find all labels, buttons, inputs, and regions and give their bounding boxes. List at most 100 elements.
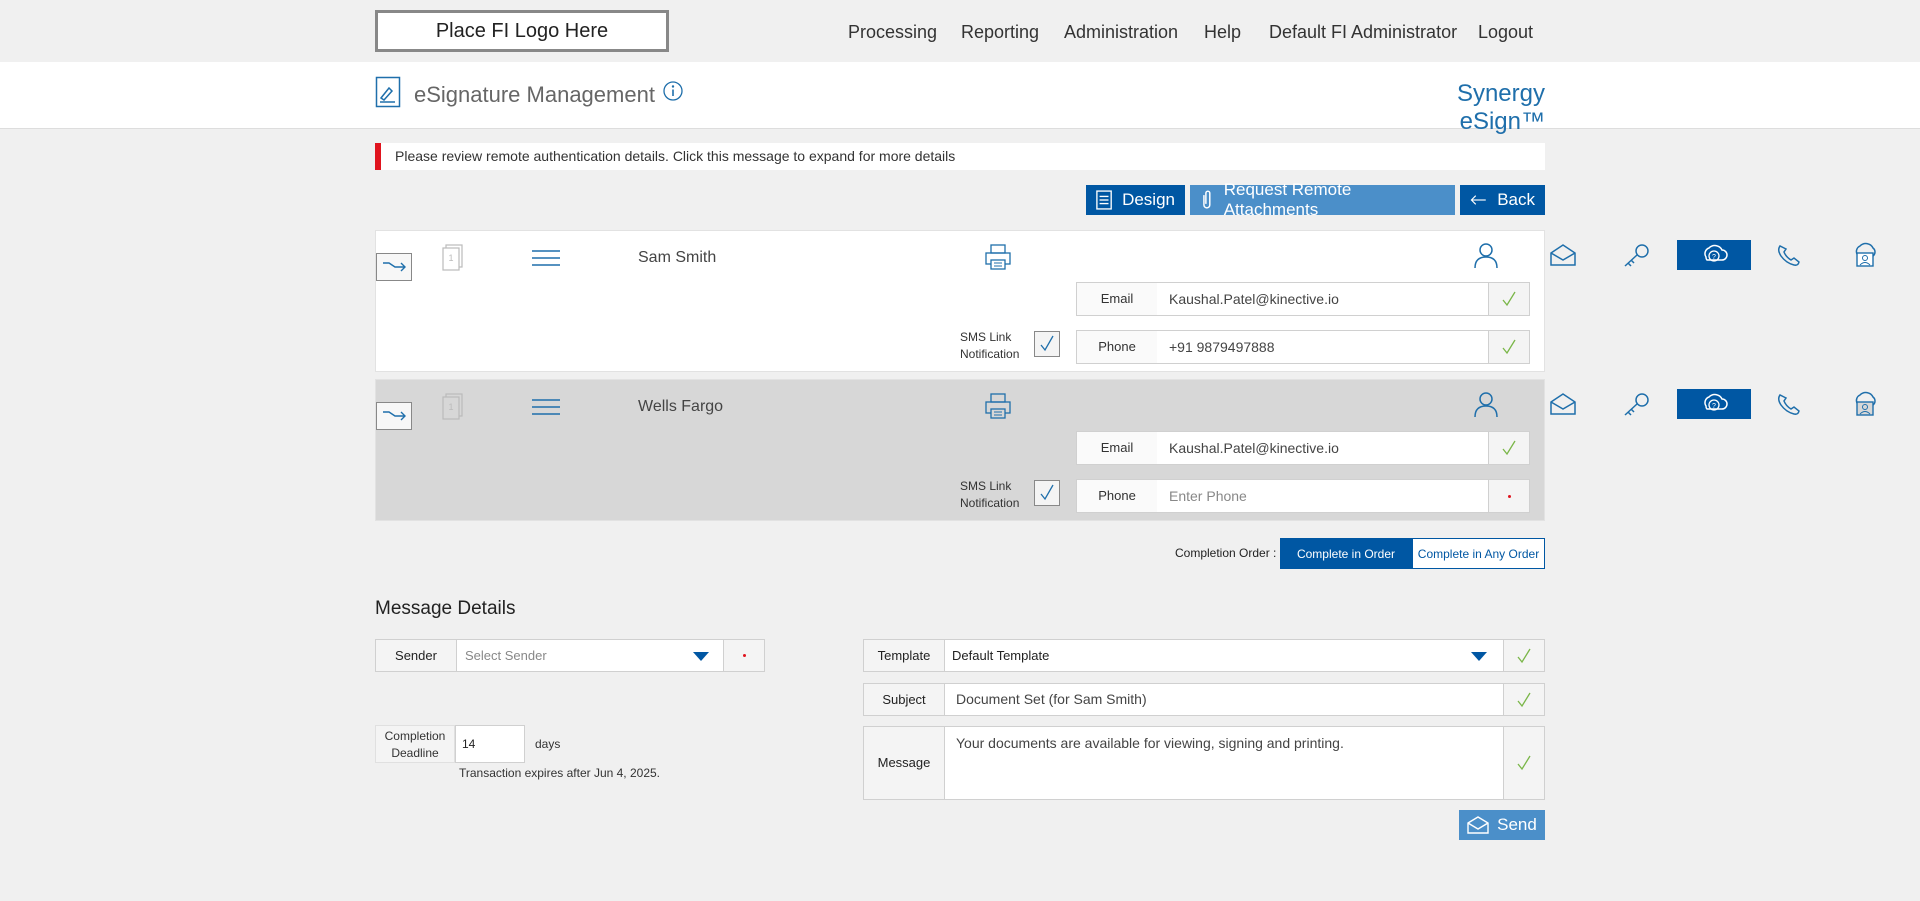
design-icon [1096,190,1112,210]
info-icon[interactable] [662,80,684,107]
completion-deadline-label: Completion Deadline [375,725,455,763]
send-button[interactable]: Send [1459,810,1545,840]
design-button[interactable]: Design [1086,185,1185,215]
document-count-icon: 1 [442,244,464,277]
paperclip-icon [1203,190,1211,209]
days-label: days [535,737,561,751]
subject-label: Subject [864,684,945,715]
signer-card-sam-smith: 1 Sam Smith ? Email SMS Link Notificatio… [375,230,1876,372]
route-arrow-icon [383,262,406,272]
svg-text:?: ? [1712,254,1716,261]
check-icon [1503,640,1544,671]
signer-name: Sam Smith [638,249,717,266]
route-arrow-icon [383,411,406,421]
subject-input[interactable]: Document Set (for Sam Smith) [956,684,1147,715]
sms-notification-checkbox[interactable] [1034,480,1060,506]
document-count-icon: 1 [442,393,464,426]
check-icon [1503,727,1544,799]
auth-none-icon[interactable] [1449,389,1523,419]
send-envelope-icon [1467,816,1489,834]
check-icon [1488,283,1529,315]
auth-email-icon[interactable] [1526,240,1600,270]
document-count: 1 [448,402,453,412]
sender-row: Sender Select Sender [375,639,765,672]
auth-email-icon[interactable] [1526,389,1600,419]
auth-access-code-icon[interactable] [1600,240,1674,270]
message-textarea[interactable]: Your documents are available for viewing… [956,735,1344,751]
required-indicator [723,640,764,671]
email-field-row: Email [1076,282,1530,316]
signer-name: Wells Fargo [638,398,724,415]
checkmark-icon [1040,484,1054,501]
nav-reporting[interactable]: Reporting [961,22,1039,43]
email-label: Email [1077,432,1158,464]
back-button[interactable]: Back [1460,185,1545,215]
route-button[interactable] [376,402,412,430]
sender-label: Sender [376,640,457,671]
template-label: Template [864,640,945,671]
completion-order-label: Completion Order : [1175,546,1277,560]
page-header: eSignature Management Synergy eSign™ [0,62,1920,135]
check-icon [1488,432,1529,464]
auth-id-check-icon[interactable] [1828,240,1902,270]
phone-label: Phone [1077,480,1158,512]
signer-card-wells-fargo: 1 Wells Fargo ? Email SMS Link Notificat… [375,379,1876,521]
transaction-expiry-text: Transaction expires after Jun 4, 2025. [459,766,660,780]
print-icon[interactable] [984,243,1012,276]
template-row: Template Default Template [863,639,1545,672]
print-icon[interactable] [984,392,1012,425]
subject-row: Subject Document Set (for Sam Smith) [863,683,1545,716]
remote-auth-alert[interactable]: Please review remote authentication deta… [375,143,1545,170]
email-label: Email [1077,283,1158,315]
route-button[interactable] [376,253,412,281]
required-indicator [1488,480,1529,512]
nav-processing[interactable]: Processing [848,22,937,43]
complete-in-any-order-button[interactable]: Complete in Any Order [1412,538,1545,569]
esign-document-icon [375,76,401,113]
phone-field-row: Phone [1076,330,1530,364]
template-select[interactable]: Default Template [952,640,1049,671]
request-attachments-label: Request Remote Attachments [1223,180,1352,219]
email-input[interactable] [1157,432,1487,464]
chevron-down-icon[interactable] [1471,652,1487,661]
phone-label: Phone [1077,331,1158,363]
hamburger-menu-icon[interactable] [532,249,560,272]
nav-logout[interactable]: Logout [1478,22,1533,43]
nav-user-menu[interactable]: Default FI Administrator [1269,22,1457,43]
send-label: Send [1497,815,1537,834]
fi-logo-placeholder: Place FI Logo Here [375,10,669,52]
arrow-left-icon [1470,195,1486,205]
nav-help[interactable]: Help [1204,22,1241,43]
auth-none-icon[interactable] [1449,240,1523,270]
message-label: Message [864,727,945,799]
request-remote-attachments-button[interactable]: Request Remote Attachments [1190,180,1455,219]
sms-notification-checkbox[interactable] [1034,331,1060,357]
nav-administration[interactable]: Administration [1064,22,1178,43]
hamburger-menu-icon[interactable] [532,398,560,421]
email-input[interactable] [1157,283,1487,315]
brand-name: Synergy eSign™ [1456,80,1545,135]
phone-field-row: Phone [1076,479,1530,513]
checkmark-icon [1040,335,1054,352]
auth-phone-icon[interactable] [1751,389,1825,419]
auth-id-check-icon[interactable] [1828,389,1902,419]
svg-text:?: ? [1712,403,1716,410]
phone-input[interactable] [1157,480,1487,512]
sms-link-notification-label: SMS Link Notification [960,330,1020,361]
auth-kba-icon[interactable]: ? [1677,389,1751,419]
sender-select[interactable]: Select Sender [465,640,547,671]
document-count: 1 [448,253,453,263]
completion-deadline-input[interactable]: 14 [455,725,525,763]
chevron-down-icon[interactable] [693,652,709,661]
design-label: Design [1122,190,1175,209]
phone-input[interactable] [1157,331,1487,363]
complete-in-order-button[interactable]: Complete in Order [1280,538,1412,569]
message-row: Message Your documents are available for… [863,726,1545,800]
email-field-row: Email [1076,431,1530,465]
top-bar: Place FI Logo Here Processing Reporting … [0,0,1920,62]
page-title: eSignature Management [414,82,655,107]
auth-phone-icon[interactable] [1751,240,1825,270]
auth-access-code-icon[interactable] [1600,389,1674,419]
auth-kba-icon[interactable]: ? [1677,240,1751,270]
check-icon [1488,331,1529,363]
